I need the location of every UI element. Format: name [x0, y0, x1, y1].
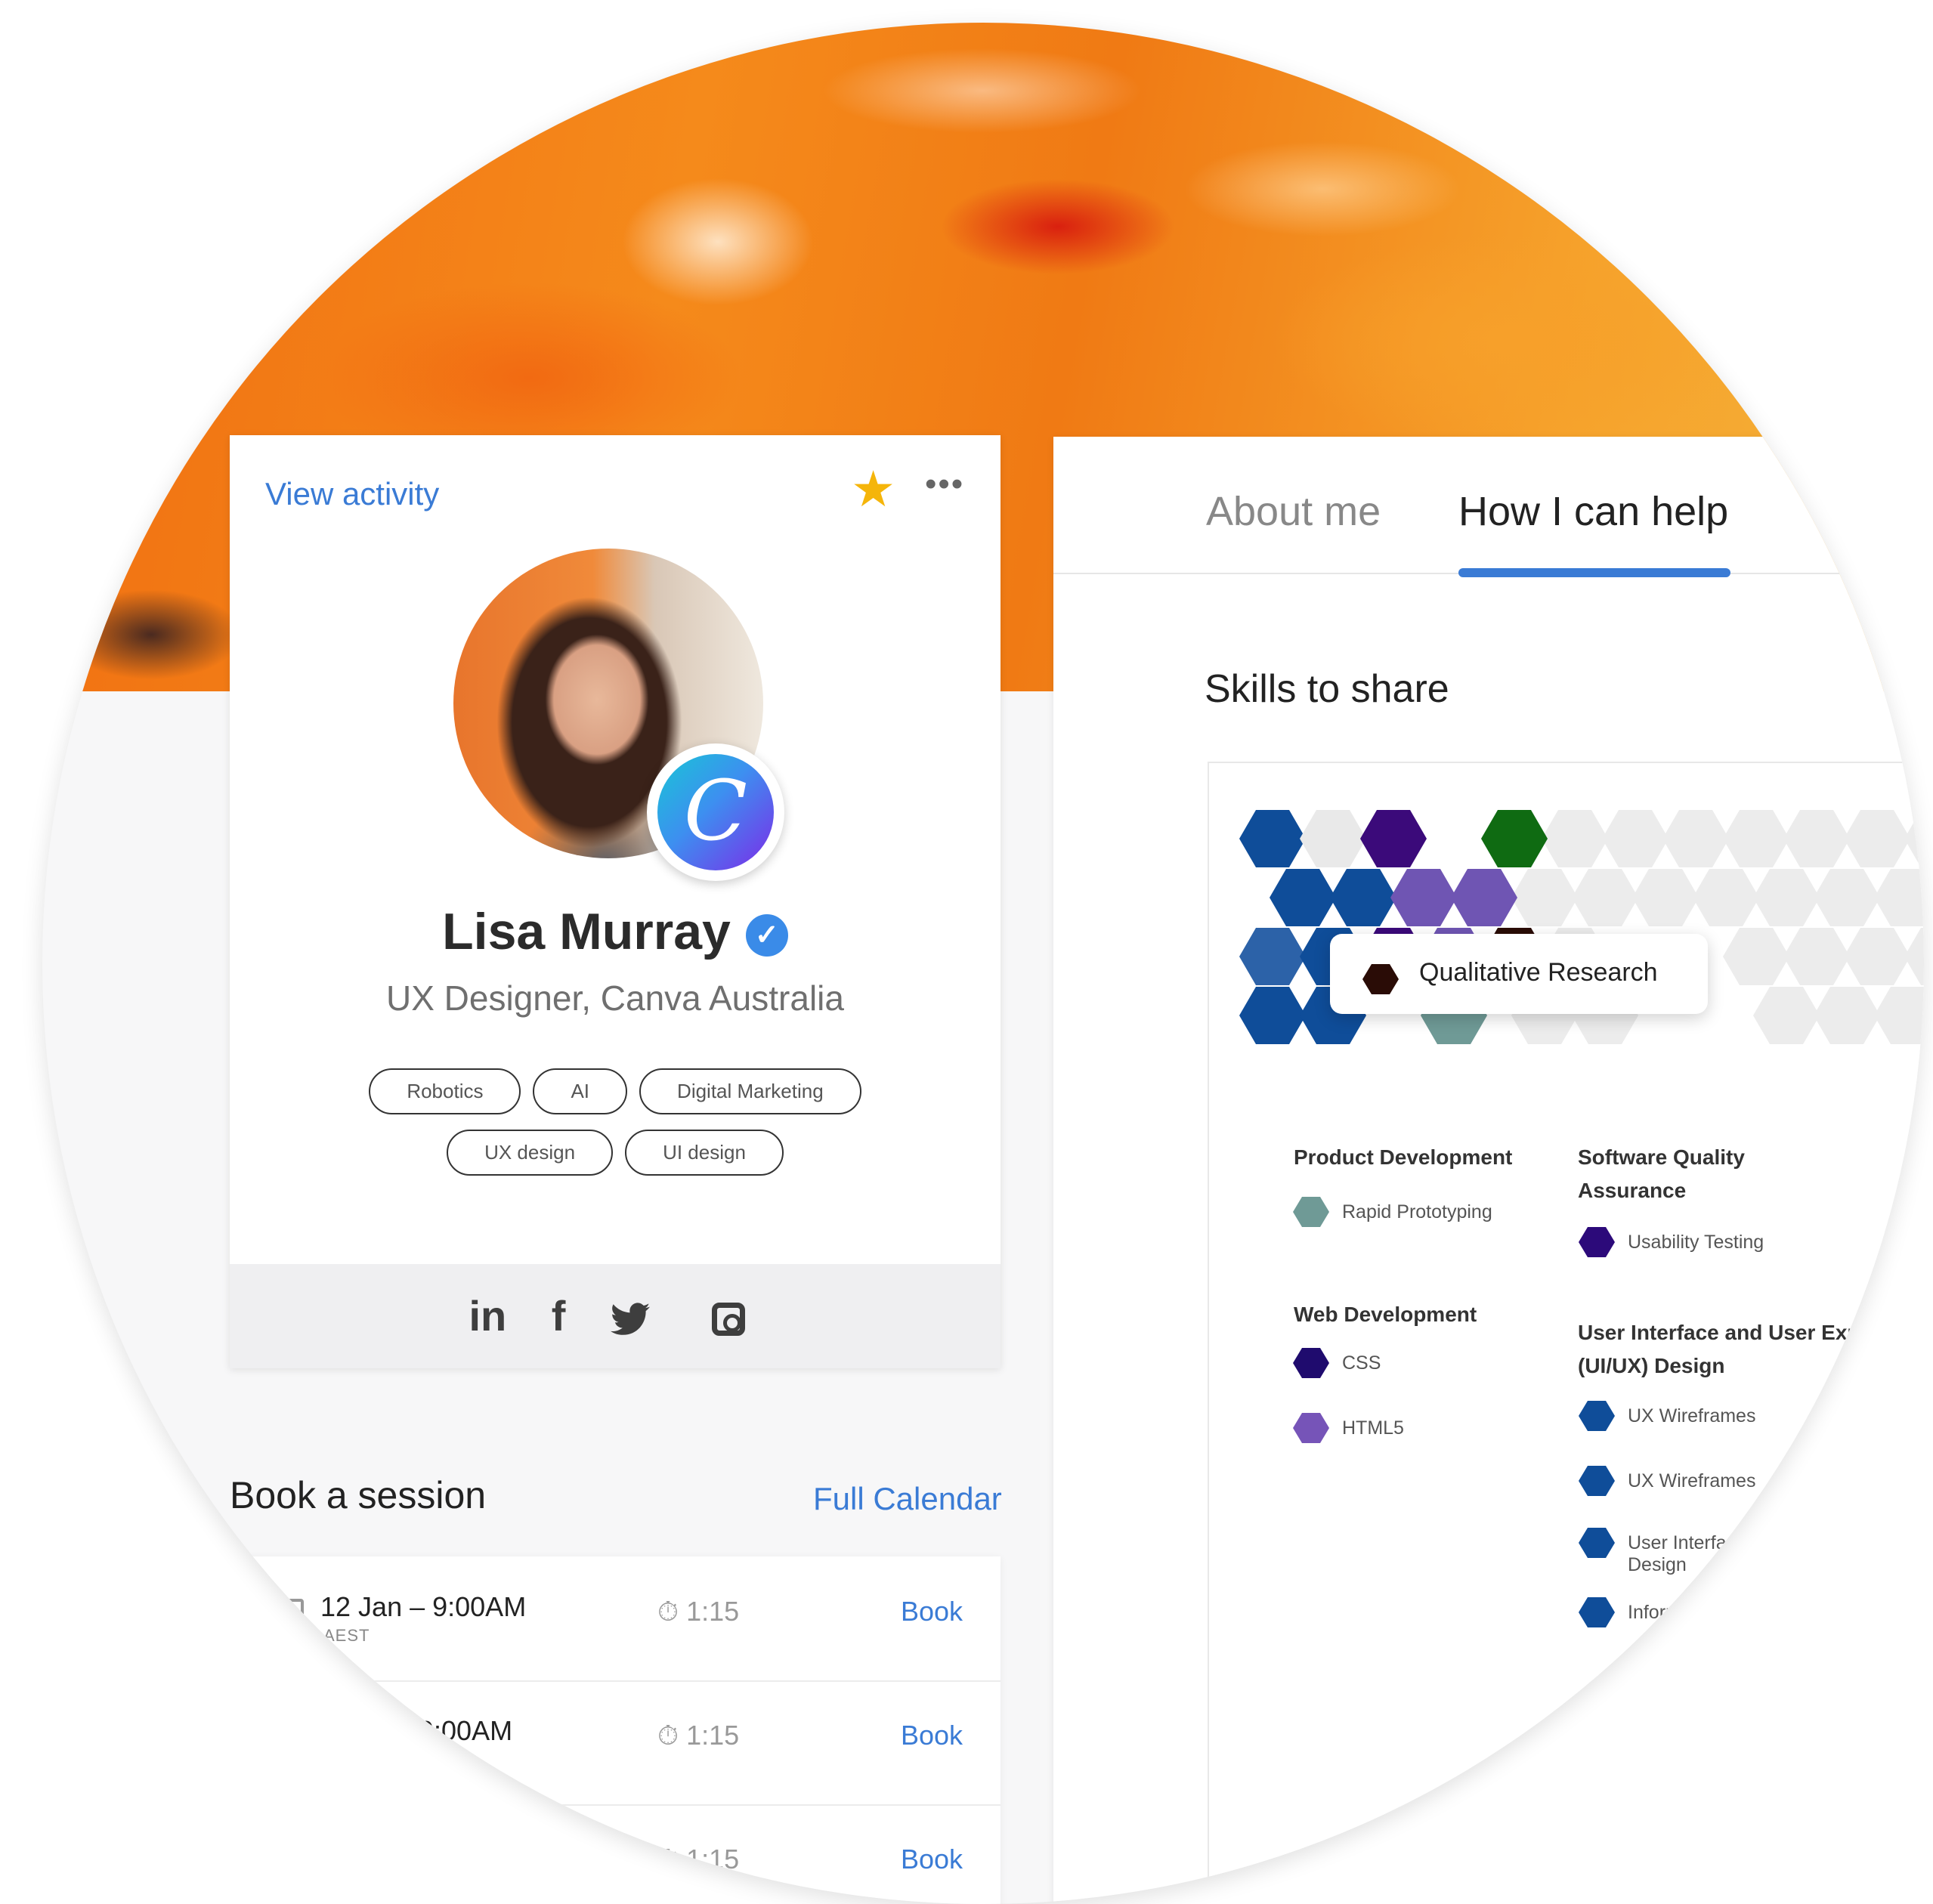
profile-details-panel: About me How I can help Skills to share — [1053, 437, 1924, 1904]
tag-robotics[interactable]: Robotics — [369, 1068, 521, 1114]
twitter-icon[interactable] — [610, 1264, 650, 1368]
category-web-development: Web Development — [1294, 1303, 1477, 1326]
skill-rapid-prototyping[interactable]: Rapid Prototyping — [1293, 1197, 1492, 1227]
session-date: 9:00AM — [419, 1715, 513, 1746]
session-duration: ⏱ 1:15 — [657, 1596, 740, 1627]
facebook-icon[interactable]: f — [552, 1264, 566, 1368]
active-tab-indicator — [1458, 568, 1730, 577]
hex-icon — [1579, 1227, 1615, 1257]
tag-ux-design[interactable]: UX design — [447, 1130, 614, 1176]
skill-usability-testing[interactable]: Usability Testing — [1579, 1227, 1764, 1257]
tag-ui-design[interactable]: UI design — [625, 1130, 784, 1176]
tag-ai[interactable]: AI — [533, 1068, 628, 1114]
session-timezone: AEST — [323, 1626, 370, 1645]
tab-about-me[interactable]: About me — [1206, 488, 1381, 535]
company-logo-badge: C — [647, 743, 784, 881]
tag-digital-marketing[interactable]: Digital Marketing — [639, 1068, 861, 1114]
tooltip-text: Qualitative Research — [1419, 958, 1658, 987]
canva-logo-icon: C — [657, 754, 774, 870]
hex-icon — [1579, 1597, 1615, 1627]
skill-tooltip: Qualitative Research — [1330, 934, 1708, 1014]
profile-name: Lisa Murray ✓ — [230, 902, 1001, 961]
linkedin-icon[interactable]: in — [469, 1264, 506, 1368]
skill-information[interactable]: Information — [1579, 1597, 1722, 1627]
profile-card: View activity ★ ••• C Lisa Murray ✓ UX De… — [230, 435, 1001, 1368]
category-product-development: Product Development — [1294, 1145, 1513, 1169]
more-options-icon[interactable]: ••• — [925, 465, 964, 503]
skills-heading: Skills to share — [1205, 667, 1449, 711]
skill-css[interactable]: CSS — [1293, 1348, 1381, 1378]
book-session-heading: Book a session — [230, 1474, 487, 1516]
session-row: ⏱ 1:15 Book — [230, 1804, 1001, 1904]
hex-icon — [1579, 1466, 1615, 1496]
tab-how-i-can-help[interactable]: How I can help — [1458, 488, 1728, 535]
view-activity-link[interactable]: View activity — [265, 476, 439, 512]
book-button[interactable]: Book — [901, 1596, 963, 1627]
hex-icon — [1293, 1197, 1329, 1227]
skill-html5[interactable]: HTML5 — [1293, 1413, 1404, 1443]
verified-icon: ✓ — [745, 914, 788, 957]
hex-icon — [1293, 1348, 1329, 1378]
hex-icon — [1362, 964, 1399, 994]
instagram-icon[interactable] — [695, 1264, 762, 1368]
session-row: 9:00AM ⏱ 1:15 Book — [230, 1680, 1001, 1806]
social-links-bar: in f — [230, 1264, 1001, 1368]
skills-hex-map[interactable] — [1227, 808, 1924, 1058]
book-button[interactable]: Book — [901, 1720, 963, 1751]
calendar-icon — [275, 1599, 304, 1627]
category-ui-ux-design: User Interface and User Experience (UI/U… — [1578, 1321, 1924, 1377]
interest-tags: Robotics AI Digital Marketing UX design UI … — [230, 1068, 1001, 1191]
profile-name-text: Lisa Murray — [442, 903, 731, 960]
session-row: 12 Jan – 9:00AM AEST ⏱ 1:15 Book — [230, 1556, 1001, 1682]
hex-icon — [1293, 1413, 1329, 1443]
hex-icon — [1579, 1401, 1615, 1431]
skills-card: Qualitative Research Product Development… — [1208, 762, 1924, 1898]
session-duration: ⏱ 1:15 — [657, 1720, 740, 1751]
session-duration: ⏱ 1:15 — [657, 1844, 740, 1875]
hex-icon — [1579, 1528, 1615, 1558]
full-calendar-link[interactable]: Full Calendar — [813, 1481, 1002, 1517]
session-date: 12 Jan – 9:00AM — [320, 1591, 527, 1622]
category-software-quality-assurance: Software Quality Assurance — [1578, 1145, 1745, 1202]
book-button[interactable]: Book — [901, 1844, 963, 1875]
skill-user-interface-design[interactable]: User Interface Design — [1579, 1528, 1779, 1576]
profile-screenshot-circle: View activity ★ ••• C Lisa Murray ✓ UX De… — [42, 23, 1924, 1904]
session-list: 12 Jan – 9:00AM AEST ⏱ 1:15 Book 9:00AM … — [230, 1556, 1001, 1904]
skill-ux-wireframes[interactable]: UX Wireframes — [1579, 1401, 1755, 1431]
star-icon[interactable]: ★ — [851, 464, 895, 514]
profile-title: UX Designer, Canva Australia — [386, 978, 844, 1018]
skill-ux-wireframes[interactable]: UX Wireframes — [1579, 1466, 1755, 1496]
